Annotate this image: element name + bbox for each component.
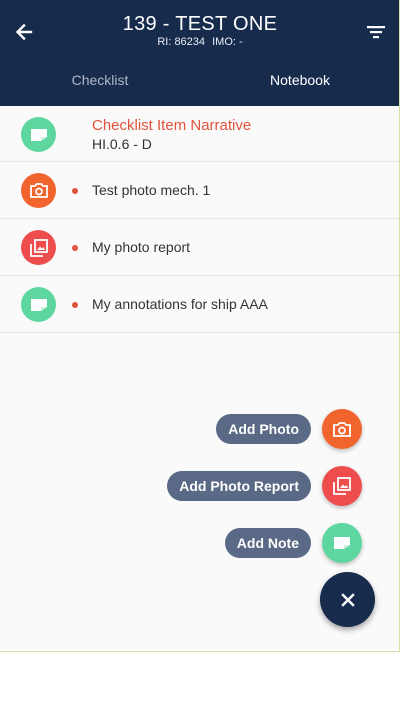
item-subtitle: HI.0.6 - D bbox=[92, 136, 152, 152]
item-title: Checklist Item Narrative bbox=[92, 117, 252, 134]
app-bar: 139 - TEST ONE RI: 86234 IMO: - Checklis… bbox=[0, 0, 399, 106]
list-item[interactable]: My annotations for ship AAA bbox=[0, 276, 399, 333]
unread-dot bbox=[72, 302, 78, 308]
unread-dot bbox=[72, 188, 78, 194]
camera-icon bbox=[333, 421, 351, 437]
fab-add-photo: Add Photo bbox=[216, 409, 362, 449]
tab-notebook[interactable]: Notebook bbox=[200, 62, 399, 102]
note-avatar bbox=[21, 117, 56, 152]
close-fab-button[interactable] bbox=[320, 572, 375, 627]
ri-label: RI: 86234 bbox=[157, 36, 206, 48]
add-photo-report-label[interactable]: Add Photo Report bbox=[167, 471, 311, 501]
item-label: My photo report bbox=[92, 239, 191, 255]
camera-icon bbox=[29, 183, 48, 198]
camera-avatar bbox=[21, 173, 56, 208]
fab-add-photo-report: Add Photo Report bbox=[167, 466, 362, 506]
note-icon bbox=[30, 298, 47, 311]
add-note-label[interactable]: Add Note bbox=[224, 528, 311, 558]
page-subtitle: RI: 86234 IMO: - bbox=[0, 36, 399, 48]
filter-button[interactable] bbox=[362, 18, 390, 46]
fab-add-note: Add Note bbox=[224, 523, 362, 563]
note-avatar bbox=[21, 287, 56, 322]
notebook-list: Checklist Item Narrative HI.0.6 - D Test… bbox=[0, 106, 399, 333]
item-label: My annotations for ship AAA bbox=[92, 296, 268, 312]
notebook-screen: 139 - TEST ONE RI: 86234 IMO: - Checklis… bbox=[0, 0, 400, 652]
tab-checklist[interactable]: Checklist bbox=[0, 62, 200, 102]
tab-bar: Checklist Notebook bbox=[0, 62, 399, 102]
list-item[interactable]: Test photo mech. 1 bbox=[0, 162, 399, 219]
add-photo-button[interactable] bbox=[322, 409, 362, 449]
note-icon bbox=[30, 128, 47, 141]
photo-report-icon bbox=[29, 238, 48, 257]
item-label: Test photo mech. 1 bbox=[92, 182, 211, 198]
filter-icon bbox=[367, 26, 385, 39]
page-title: 139 - TEST ONE bbox=[122, 13, 278, 35]
photo-report-icon bbox=[333, 477, 351, 495]
note-icon bbox=[334, 537, 350, 549]
list-item[interactable]: Checklist Item Narrative HI.0.6 - D bbox=[0, 106, 399, 162]
photo-report-avatar bbox=[21, 230, 56, 265]
unread-dot bbox=[72, 245, 78, 251]
imo-label: IMO: - bbox=[212, 36, 243, 48]
add-photo-report-button[interactable] bbox=[322, 466, 362, 506]
add-note-button[interactable] bbox=[322, 523, 362, 563]
close-icon bbox=[340, 592, 355, 607]
add-photo-label[interactable]: Add Photo bbox=[216, 414, 311, 444]
list-item[interactable]: My photo report bbox=[0, 219, 399, 276]
